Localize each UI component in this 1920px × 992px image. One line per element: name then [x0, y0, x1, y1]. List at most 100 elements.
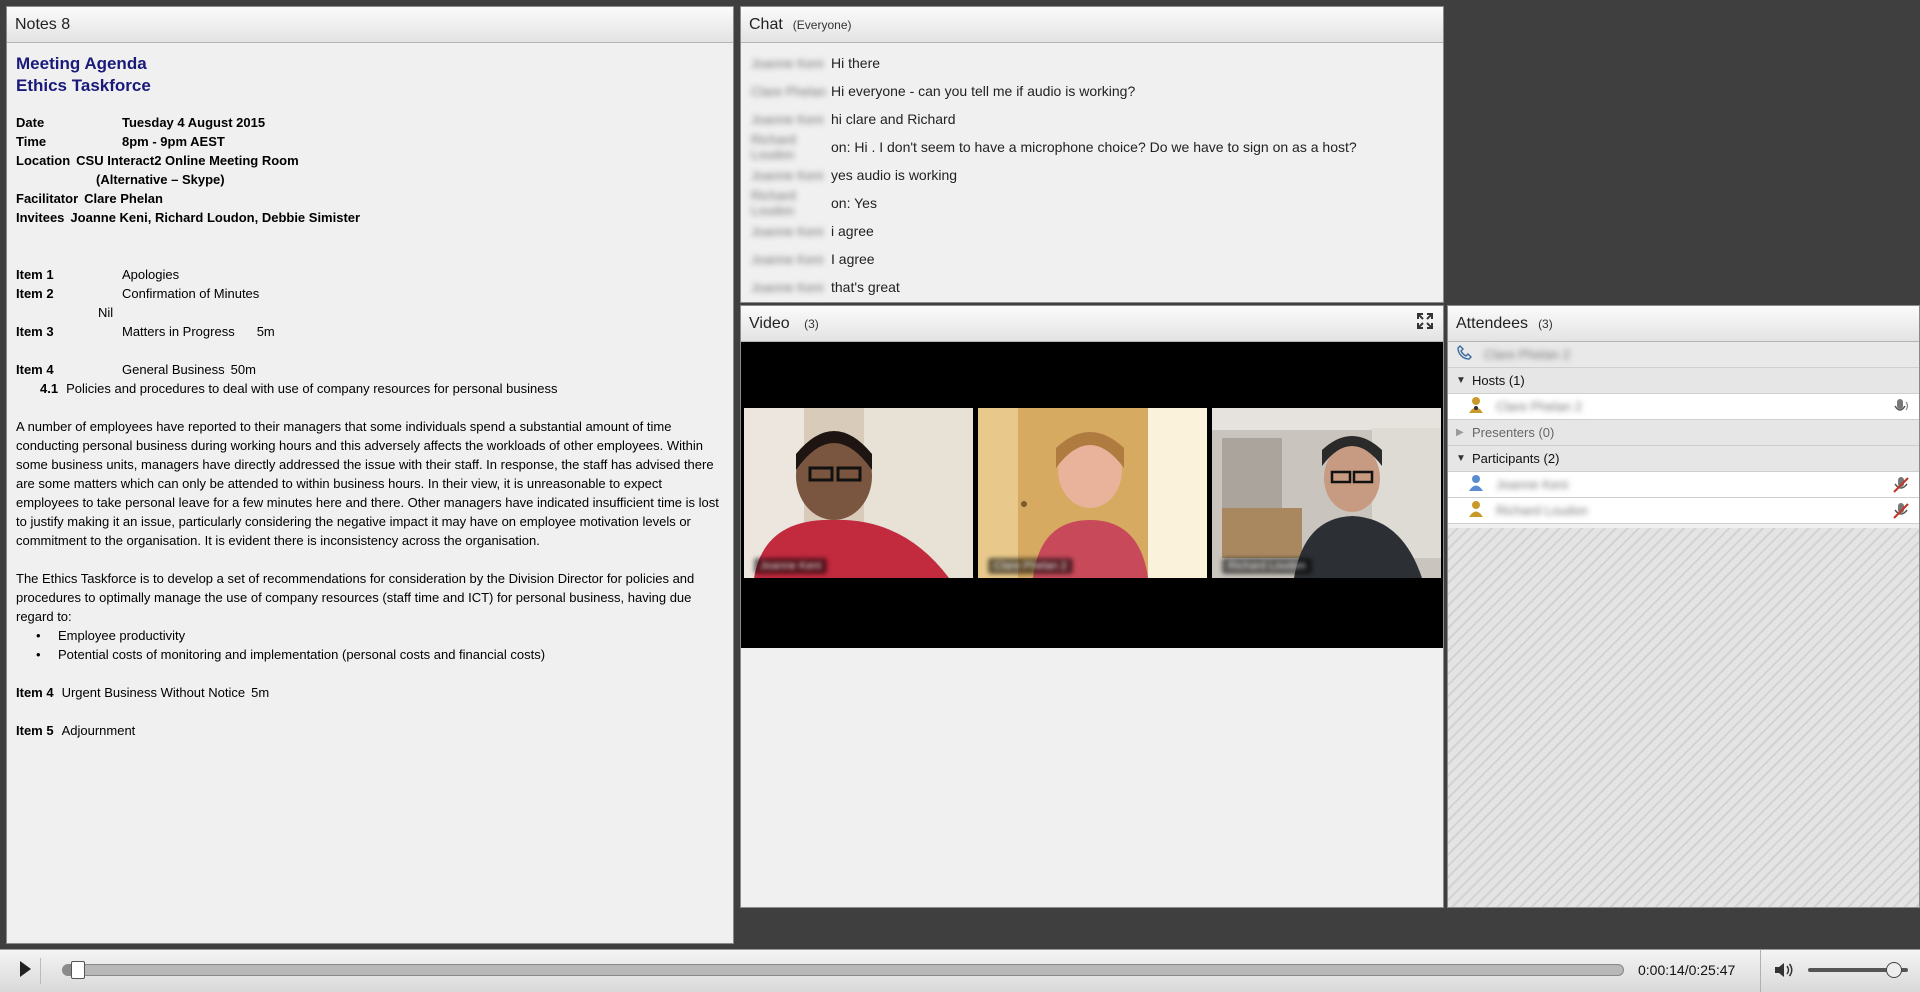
video-tile[interactable]: Clare Phelan 2: [978, 408, 1207, 578]
chat-sender: Richard Loudon: [751, 132, 796, 162]
participant-row[interactable]: Joanne Keni: [1448, 472, 1919, 498]
chat-messages: Joanne Keni Hi there Clare Phelan Hi everyo…: [741, 43, 1443, 301]
chat-text: i agree: [831, 223, 874, 239]
chat-scope[interactable]: (Everyone): [793, 18, 852, 32]
participant-user-icon: [1468, 474, 1484, 495]
info-key: Time: [16, 134, 47, 149]
microphone-muted-icon: [1891, 501, 1911, 524]
meeting-info-row: Facilitator Clare Phelan: [16, 189, 724, 208]
chat-message: Richard Loudon on: Hi . I don't seem to h…: [751, 132, 1443, 162]
webcam-feed: [978, 408, 1207, 578]
presenters-group[interactable]: ▶ Presenters (0): [1448, 420, 1919, 446]
participants-label: Participants (2): [1472, 451, 1560, 466]
subitem-number: 4.1: [40, 381, 59, 396]
info-value: 8pm - 9pm AEST: [122, 134, 225, 149]
seek-handle[interactable]: [71, 961, 86, 979]
playback-bar: 0:00:14/0:25:47: [0, 949, 1920, 992]
chat-message: Clare Phelan Hi everyone - can you tell m…: [751, 77, 1443, 105]
subitem-text: Policies and procedures to deal with use…: [66, 381, 558, 396]
volume-slider[interactable]: [1808, 962, 1908, 978]
play-button[interactable]: [10, 958, 41, 984]
chat-sender: Joanne Keni: [751, 251, 824, 267]
hosts-group[interactable]: ▼ Hosts (1): [1448, 368, 1919, 394]
item-number: Item 5: [16, 723, 54, 738]
attendees-header: Attendees (3): [1448, 306, 1919, 342]
chat-message: Joanne Keni i agree: [751, 217, 1443, 245]
agenda-item: Item 2 Confirmation of Minutes: [16, 284, 724, 303]
meeting-info: Date Tuesday 4 August 2015 Time 8pm - 9pm A…: [16, 113, 724, 227]
hosts-label: Hosts (1): [1472, 373, 1525, 388]
chat-sender: Joanne Keni: [751, 223, 824, 239]
chat-text: yes audio is working: [831, 167, 958, 183]
fullscreen-icon[interactable]: [1415, 311, 1435, 336]
chat-text: I agree: [831, 251, 875, 267]
item-number: Item 1: [16, 267, 54, 282]
video-tile[interactable]: Joanne Keni: [744, 408, 973, 578]
attendees-count: (3): [1538, 316, 1553, 331]
play-icon: [18, 960, 32, 983]
chat-message: Joanne Keni yes audio is working: [751, 161, 1443, 189]
chat-message: Joanne Keni hi clare and Richard: [751, 105, 1443, 133]
attendees-pod: Attendees (3) Clare Phelan 2 ▼ Hosts (1)…: [1447, 305, 1920, 908]
item-text: Urgent Business Without Notice: [61, 685, 246, 700]
playback-time: 0:00:14/0:25:47: [1638, 962, 1736, 978]
participant-user-icon: [1468, 500, 1484, 521]
participant-row[interactable]: Richard Loudon: [1448, 498, 1919, 524]
video-tile-name: Joanne Keni: [754, 558, 828, 574]
info-key: Date: [16, 115, 45, 130]
seek-track[interactable]: [62, 961, 1624, 979]
video-count: (3): [804, 316, 819, 331]
meeting-info-row: Invitees Joanne Keni, Richard Loudon, Deb…: [16, 208, 724, 227]
host-row[interactable]: Clare Phelan 2: [1448, 394, 1919, 420]
collapse-triangle-icon: ▼: [1456, 453, 1466, 464]
expand-triangle-icon: ▶: [1456, 427, 1464, 438]
notes-content: Meeting Agenda Ethics Taskforce Date Tues…: [7, 43, 733, 750]
presenters-label: Presenters (0): [1472, 425, 1555, 440]
chat-message: Joanne Keni Hi there: [751, 49, 1443, 77]
item-text: Matters in Progress: [122, 324, 235, 339]
agenda-item: Item 3 Matters in Progress 5m: [16, 322, 724, 341]
item-duration: 5m: [251, 685, 270, 700]
host-user-icon: [1468, 396, 1484, 417]
video-tile-name: Richard Loudon: [1222, 558, 1312, 574]
chat-message: Joanne Keni that's great: [751, 273, 1443, 301]
info-value: CSU Interact2 Online Meeting Room: [76, 153, 299, 168]
meeting-info-row: (Alternative – Skype): [16, 170, 724, 189]
microphone-muted-icon: [1891, 475, 1911, 498]
collapse-triangle-icon: ▼: [1456, 375, 1466, 386]
info-value: (Alternative – Skype): [96, 172, 225, 187]
chat-text: on: Hi . I don't seem to have a micropho…: [831, 139, 1357, 155]
info-value: Tuesday 4 August 2015: [122, 115, 266, 130]
chat-text: Hi there: [831, 55, 881, 71]
agenda-title-line2: Ethics Taskforce: [16, 76, 151, 95]
chat-text: Hi everyone - can you tell me if audio i…: [831, 83, 1136, 99]
microphone-active-icon: [1891, 397, 1911, 420]
item-text: Apologies: [122, 267, 180, 282]
item-text: General Business: [122, 362, 225, 377]
phone-user-row[interactable]: Clare Phelan 2: [1448, 342, 1919, 368]
video-tile[interactable]: Richard Loudon: [1212, 408, 1441, 578]
item-number: Item 2: [16, 286, 54, 301]
video-stage: Joanne Keni Clare Phelan 2 Richard Loudo…: [741, 342, 1443, 648]
divider: [1760, 950, 1761, 992]
chat-message: Joanne Keni I agree: [751, 245, 1443, 273]
volume-icon[interactable]: [1772, 958, 1796, 987]
volume-handle[interactable]: [1886, 962, 1902, 978]
item-sub-text: Nil: [98, 305, 114, 320]
item-duration: 50m: [230, 362, 256, 377]
item-number: Item 4: [16, 685, 54, 700]
chat-title: Chat: [749, 15, 783, 33]
participants-group[interactable]: ▼ Participants (2): [1448, 446, 1919, 472]
chat-text: hi clare and Richard: [831, 111, 956, 127]
chat-message: Richard Loudon on: Yes: [751, 188, 1443, 218]
list-item: Potential costs of monitoring and implem…: [36, 645, 724, 664]
agenda-subitem: 4.1 Policies and procedures to deal with…: [16, 379, 724, 398]
attendees-empty-area: [1448, 528, 1919, 907]
chat-text: that's great: [831, 279, 900, 295]
info-key: Location: [16, 153, 71, 168]
purpose-paragraph: The Ethics Taskforce is to develop a set…: [16, 571, 695, 624]
item-duration: 5m: [256, 324, 275, 339]
chat-sender: Clare Phelan: [751, 83, 827, 99]
chat-sender: Joanne Keni: [751, 111, 824, 127]
chat-sender: Joanne Keni: [751, 279, 824, 295]
